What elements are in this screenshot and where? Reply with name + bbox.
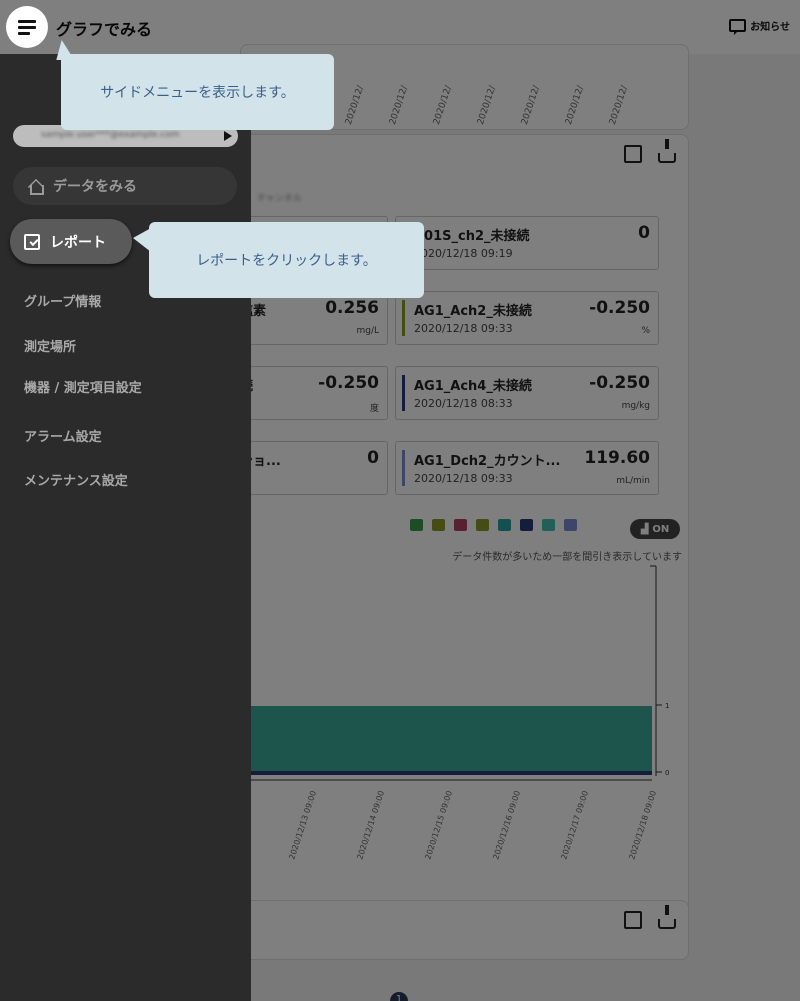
menu-icon-line xyxy=(18,31,30,35)
tooltip-text: レポートをクリックします。 xyxy=(196,253,377,269)
tooltip-side-menu: サイドメニューを表示します。 xyxy=(61,54,334,130)
tooltip-report: レポートをクリックします。 xyxy=(133,222,424,298)
side-menu: sample.user***@example.com データをみる レポート グ… xyxy=(0,54,251,1001)
nav-data-label: データをみる xyxy=(53,179,137,195)
menu-item-device-settings[interactable]: 機器 / 測定項目設定 xyxy=(24,377,142,396)
menu-item-alarm-settings[interactable]: アラーム設定 xyxy=(24,426,102,445)
report-edit-icon xyxy=(24,233,40,250)
hamburger-menu-button[interactable] xyxy=(6,6,48,48)
menu-item-location[interactable]: 測定場所 xyxy=(24,336,76,355)
menu-icon-line xyxy=(18,19,36,23)
menu-item-maintenance-settings[interactable]: メンテナンス設定 xyxy=(24,470,128,489)
caret-right-icon xyxy=(224,131,232,141)
menu-icon-line xyxy=(18,25,36,29)
account-text: sample.user***@example.com xyxy=(41,130,180,140)
nav-report-label: レポート xyxy=(50,234,106,251)
nav-report[interactable]: レポート xyxy=(10,219,132,264)
nav-data-view[interactable]: データをみる xyxy=(13,167,237,205)
home-icon xyxy=(27,179,44,195)
menu-item-group-info[interactable]: グループ情報 xyxy=(24,291,101,310)
tooltip-text: サイドメニューを表示します。 xyxy=(100,85,295,101)
